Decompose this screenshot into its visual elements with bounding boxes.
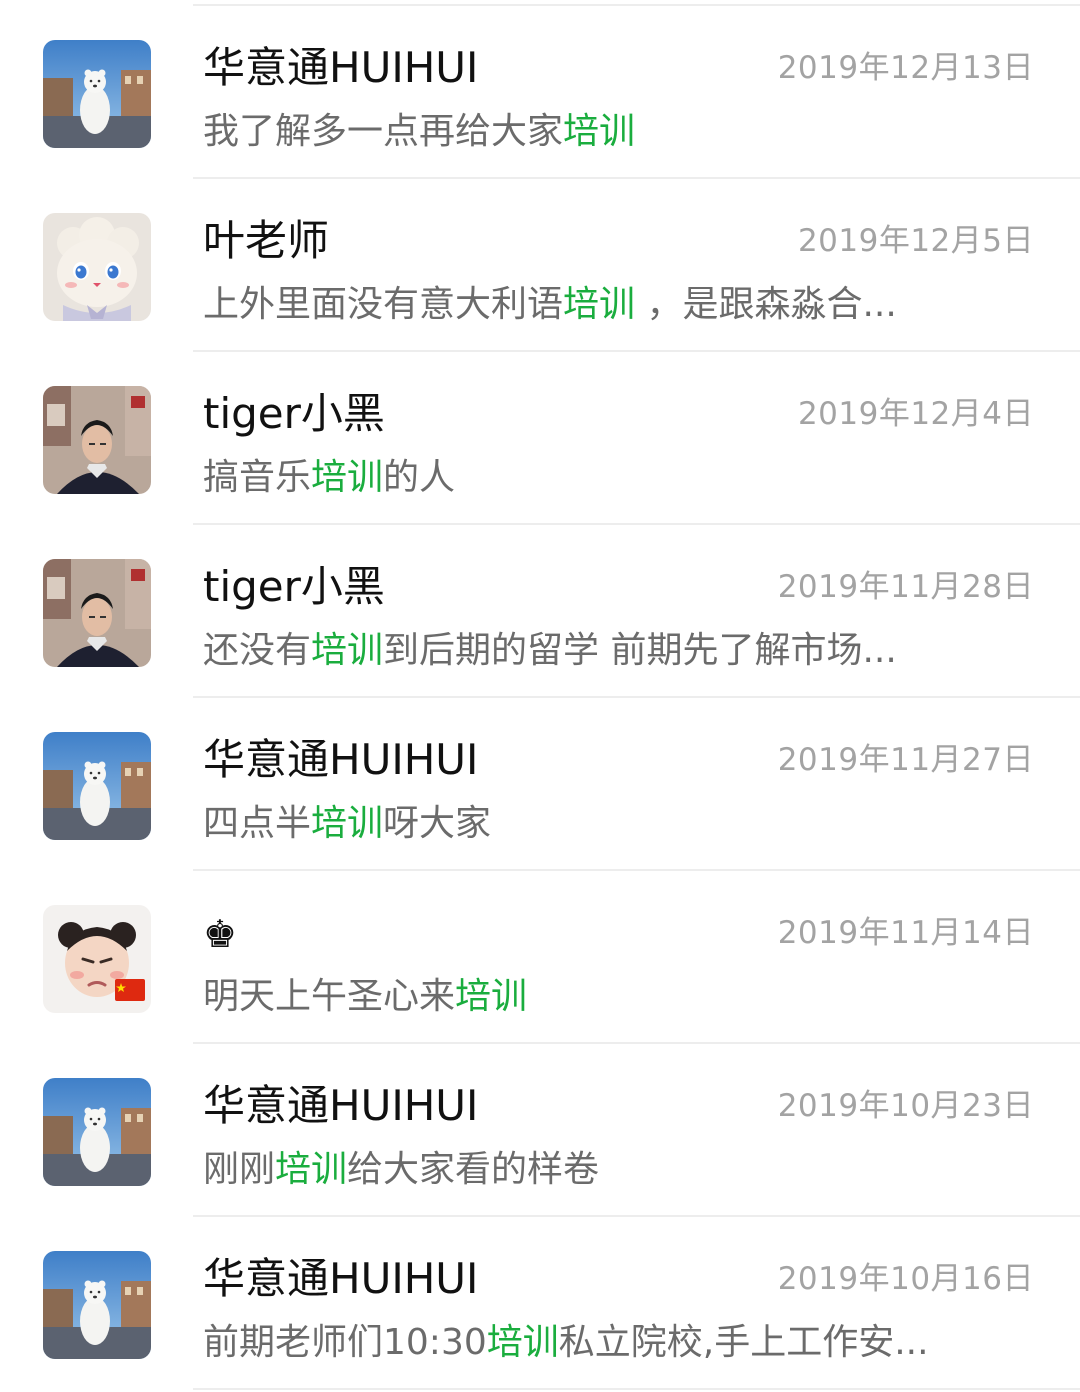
list-item[interactable]: 华意通HUIHUI 2019年10月16日 前期老师们10:30培训私立院校,手… [0,1217,1080,1390]
message-date: 2019年10月16日 [777,1261,1034,1297]
preview-text: 上外里面没有意大利语 [203,284,564,325]
young-man-avatar[interactable] [43,559,151,667]
message-date: 2019年11月27日 [777,742,1034,778]
preview-text: 前期老师们10:30 [203,1322,487,1363]
preview-text: 搞音乐 [203,457,312,498]
message-date: 2019年11月28日 [777,569,1034,605]
contact-name: 华意通HUIHUI [203,1081,479,1130]
polar-bear-avatar[interactable] [43,40,151,148]
message-preview: 还没有培训到后期的留学 前期先了解市场... [203,623,933,679]
list-item[interactable]: 华意通HUIHUI 2019年11月27日 四点半培训呀大家 [0,698,1080,871]
polar-bear-avatar[interactable] [43,1078,151,1186]
message-preview: 上外里面没有意大利语培训 ，是跟森淼合... [203,277,933,333]
baby-avatar[interactable] [43,905,151,1013]
highlighted-keyword: 培训 [563,284,636,325]
highlighted-keyword: 培训 [275,1149,348,1190]
highlighted-keyword: 培训 [311,457,384,498]
list-item[interactable]: 叶老师 2019年12月5日 上外里面没有意大利语培训 ，是跟森淼合... [0,179,1080,352]
highlighted-keyword: 培训 [311,630,384,671]
list-item[interactable]: 华意通HUIHUI 2019年12月13日 我了解多一点再给大家培训 [0,6,1080,179]
highlighted-keyword: 培训 [455,976,528,1017]
list-item[interactable]: ♚ 2019年11月14日 明天上午圣心来培训 [0,871,1080,1044]
contact-name: 华意通HUIHUI [203,1254,479,1303]
divider [193,1388,1080,1390]
contact-name: 华意通HUIHUI [203,735,479,784]
preview-text: 的人 [383,457,456,498]
message-date: 2019年10月23日 [777,1088,1034,1124]
polar-bear-avatar[interactable] [43,732,151,840]
message-preview: 搞音乐培训的人 [203,450,933,506]
plush-lamb-avatar[interactable] [43,213,151,321]
preview-text: 四点半 [203,803,312,844]
message-date: 2019年12月13日 [777,50,1034,86]
message-preview: 明天上午圣心来培训 [203,969,933,1025]
preview-text: 还没有 [203,630,312,671]
contact-name: tiger小黑 [203,389,385,438]
message-preview: 刚刚培训给大家看的样卷 [203,1142,933,1198]
contact-name: tiger小黑 [203,562,385,611]
message-preview: 前期老师们10:30培训私立院校,手上工作安... [203,1315,933,1371]
list-item[interactable]: 华意通HUIHUI 2019年10月23日 刚刚培训给大家看的样卷 [0,1044,1080,1217]
contact-name: 叶老师 [203,216,330,265]
message-date: 2019年12月4日 [797,396,1034,432]
crown-icon: ♚ [203,912,238,956]
preview-text: 私立院校,手上工作安... [558,1322,929,1363]
message-date: 2019年11月14日 [777,915,1034,951]
highlighted-keyword: 培训 [311,803,384,844]
list-item[interactable]: tiger小黑 2019年11月28日 还没有培训到后期的留学 前期先了解市场.… [0,525,1080,698]
message-date: 2019年12月5日 [797,223,1034,259]
highlighted-keyword: 培训 [563,111,636,152]
preview-text: 我了解多一点再给大家 [203,111,564,152]
contact-name: ♚ [203,903,237,964]
preview-text: 给大家看的样卷 [347,1149,600,1190]
contact-name: 华意通HUIHUI [203,43,479,92]
polar-bear-avatar[interactable] [43,1251,151,1359]
preview-text: ，是跟森淼合... [635,284,897,325]
list-item[interactable]: tiger小黑 2019年12月4日 搞音乐培训的人 [0,352,1080,525]
preview-text: 到后期的留学 前期先了解市场... [383,630,897,671]
preview-text: 明天上午圣心来 [203,976,456,1017]
message-preview: 我了解多一点再给大家培训 [203,104,933,160]
message-preview: 四点半培训呀大家 [203,796,933,852]
preview-text: 呀大家 [383,803,492,844]
search-results-list: 华意通HUIHUI 2019年12月13日 我了解多一点再给大家培训 叶老师 2… [0,0,1080,1392]
young-man-avatar[interactable] [43,386,151,494]
highlighted-keyword: 培训 [486,1322,559,1363]
preview-text: 刚刚 [203,1149,276,1190]
